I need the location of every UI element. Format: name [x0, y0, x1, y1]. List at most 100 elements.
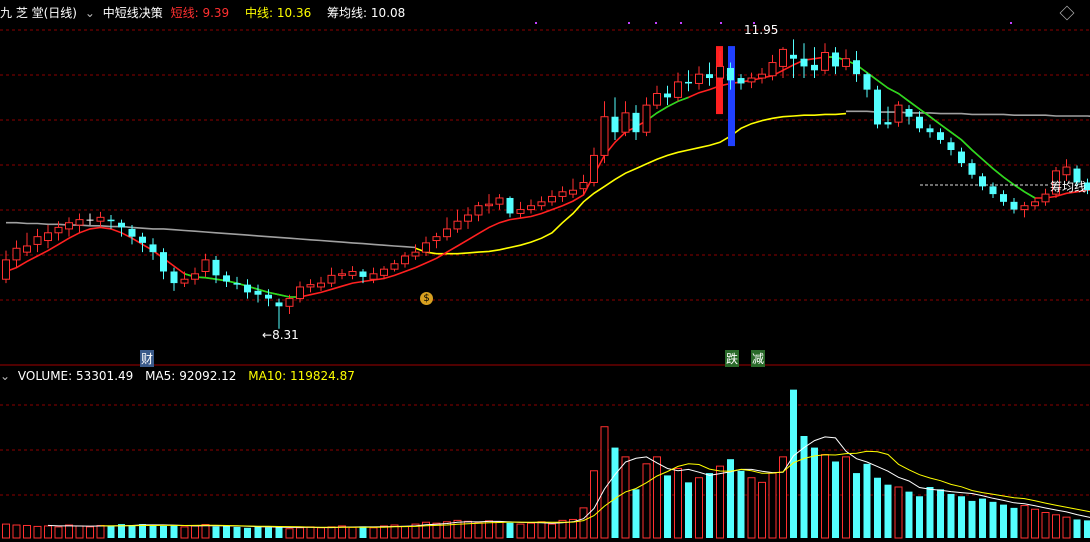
candle-body	[170, 271, 178, 284]
volume-bar	[1000, 504, 1007, 538]
candle-body	[44, 232, 52, 242]
volume-bar	[96, 524, 105, 539]
candle-body	[926, 128, 934, 133]
candle-body	[191, 273, 199, 280]
volume-bar	[233, 526, 241, 538]
volume-bar	[937, 489, 944, 538]
volume-bar	[674, 467, 682, 539]
volume-bar	[1084, 520, 1090, 538]
candle-body	[223, 275, 230, 282]
candle-body	[422, 242, 430, 253]
candle-body	[1062, 166, 1071, 176]
volume-bar	[149, 525, 157, 538]
candle-body	[33, 236, 42, 245]
candle-body	[874, 89, 881, 125]
volume-bar	[359, 526, 367, 538]
candle-body	[811, 64, 818, 71]
candle-body	[474, 205, 483, 216]
avg-label: 筹均线:	[327, 6, 368, 20]
volume-bar	[474, 522, 483, 539]
ma5-value: 92092.12	[179, 369, 237, 383]
volume-bar	[758, 481, 766, 539]
volume-bar	[811, 447, 818, 538]
candle-body	[611, 116, 619, 133]
volume-bar	[894, 486, 903, 539]
candle-body	[758, 73, 766, 79]
volume-bar	[842, 456, 850, 539]
candle-body	[107, 219, 115, 222]
volume-bar	[401, 525, 409, 539]
candle-body	[800, 58, 808, 67]
volume-bar	[832, 461, 839, 538]
candle-body	[642, 104, 651, 133]
volume-bar	[223, 525, 230, 538]
volume-bar	[160, 525, 167, 538]
signal-bar-blue	[728, 46, 735, 147]
volume-bar	[191, 525, 199, 539]
volume-bar	[968, 500, 976, 538]
volume-bar	[695, 477, 703, 539]
candle-body	[128, 228, 136, 237]
high-price-label: 11.95	[744, 23, 779, 37]
volume-bar	[874, 477, 881, 538]
volume-bar	[1031, 508, 1039, 539]
signal-dot	[1010, 22, 1012, 24]
volume-bar	[1041, 512, 1050, 539]
candle-body	[75, 219, 84, 226]
volume-bar	[958, 496, 965, 538]
volume-bar	[296, 527, 304, 539]
candle-body	[149, 244, 157, 253]
mid-label: 中线:	[244, 6, 274, 20]
short-value: 9.39	[202, 6, 230, 20]
candle-body	[916, 116, 923, 129]
candle-body	[201, 259, 210, 272]
volume-bar	[790, 389, 797, 538]
candle-body	[664, 93, 671, 98]
volume-bar	[979, 498, 986, 538]
volume-bar	[506, 522, 514, 538]
candle-body	[747, 77, 756, 83]
volume-bar	[86, 526, 94, 539]
signal-dot	[680, 22, 682, 24]
volume-bar	[180, 526, 189, 539]
volume-bar	[44, 525, 52, 539]
volume-bar	[1010, 507, 1018, 538]
candle-body	[832, 52, 839, 67]
candle-body	[338, 273, 346, 276]
low-price-label: ←8.31	[262, 328, 299, 342]
candle-body	[569, 189, 577, 195]
volume-bar	[537, 521, 546, 539]
volume-bar	[653, 456, 661, 539]
reduce-marker: 减	[751, 350, 766, 367]
volume-bar	[54, 526, 63, 539]
candle-body	[443, 228, 451, 238]
candle-body	[296, 286, 304, 300]
candle-body	[1020, 205, 1029, 211]
candle-body	[411, 251, 420, 257]
candle-body	[558, 191, 567, 197]
candle-body	[212, 259, 220, 276]
volume-bar	[1052, 514, 1060, 539]
candle-body	[96, 216, 105, 222]
collapse-icon[interactable]: ⌄	[85, 6, 95, 20]
avg-value: 10.08	[370, 6, 406, 20]
ma5-label: MA5:	[145, 369, 176, 383]
volume-bar	[254, 526, 262, 538]
volume-bar	[1062, 516, 1071, 539]
candle-body	[937, 132, 944, 140]
finance-marker: 财	[140, 350, 155, 367]
candle-body	[706, 74, 713, 79]
indicator-name: 中短线决策	[102, 6, 163, 20]
volume-bar	[611, 447, 619, 538]
candle-body	[1041, 193, 1050, 203]
candle-body	[275, 302, 283, 307]
candle-body	[947, 142, 955, 150]
candle-body	[432, 236, 441, 242]
volume-bar	[443, 521, 451, 539]
candle-body	[401, 255, 409, 265]
signal-dot	[655, 22, 657, 24]
volume-collapse-icon[interactable]: ⌄	[0, 369, 10, 383]
candle-body	[254, 290, 262, 295]
volume-bar	[265, 527, 272, 538]
candle-body	[632, 112, 640, 133]
